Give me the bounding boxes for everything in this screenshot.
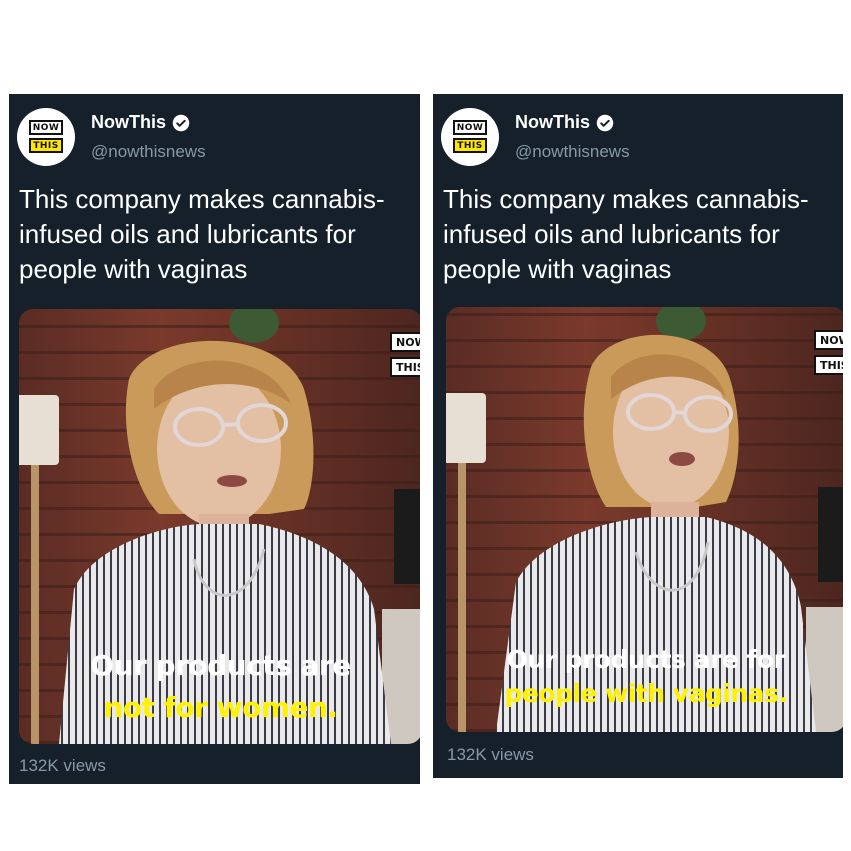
verified-badge-icon [596,114,614,131]
account-name[interactable]: NowThis [91,112,166,133]
tweet-card-left[interactable]: NOW THIS NowThis @nowthisnews This compa… [9,94,420,784]
tweet-text: This company makes cannabis- infused oil… [19,182,419,287]
avatar-logo-this: THIS [29,138,63,153]
account-handle[interactable]: @nowthisnews [91,142,206,162]
tweet-text-line: infused oils and lubricants for [19,219,356,249]
account-name[interactable]: NowThis [515,112,590,133]
avatar-logo-now: NOW [29,120,63,135]
account-handle[interactable]: @nowthisnews [515,142,630,162]
video-player[interactable]: NOW THIS Our products are not for women. [19,309,420,744]
caption-line-1: Our products are for [506,645,786,674]
tweet-text-line: This company makes cannabis- [19,184,385,214]
tweet-text-line: This company makes cannabis- [443,184,809,214]
avatar[interactable]: NOW THIS [441,108,499,166]
watermark-now: NOW [390,332,420,352]
watermark-now: NOW [814,330,843,350]
avatar-logo-now: NOW [453,120,487,135]
verified-badge-icon [172,114,190,131]
tweet-text: This company makes cannabis- infused oil… [443,182,843,287]
avatar-logo-this: THIS [453,138,487,153]
avatar[interactable]: NOW THIS [17,108,75,166]
caption-line-2: not for women. [103,691,338,724]
caption-line-1: Our products are [90,649,351,682]
tweet-card-right[interactable]: NOW THIS NowThis @nowthisnews This compa… [433,94,843,778]
view-count: 132K views [447,745,534,764]
author-row: NowThis [91,112,190,133]
tweet-text-line: people with vaginas [443,254,672,284]
tweet-text-line: people with vaginas [19,254,248,284]
watermark-this: THIS [814,355,843,375]
tweet-text-line: infused oils and lubricants for [443,219,780,249]
caption-line-2: people with vaginas. [504,679,788,708]
view-count: 132K views [19,756,106,775]
video-player[interactable]: NOW THIS Our products are for people wit… [446,307,843,732]
author-row: NowThis [515,112,614,133]
watermark-this: THIS [390,357,420,377]
